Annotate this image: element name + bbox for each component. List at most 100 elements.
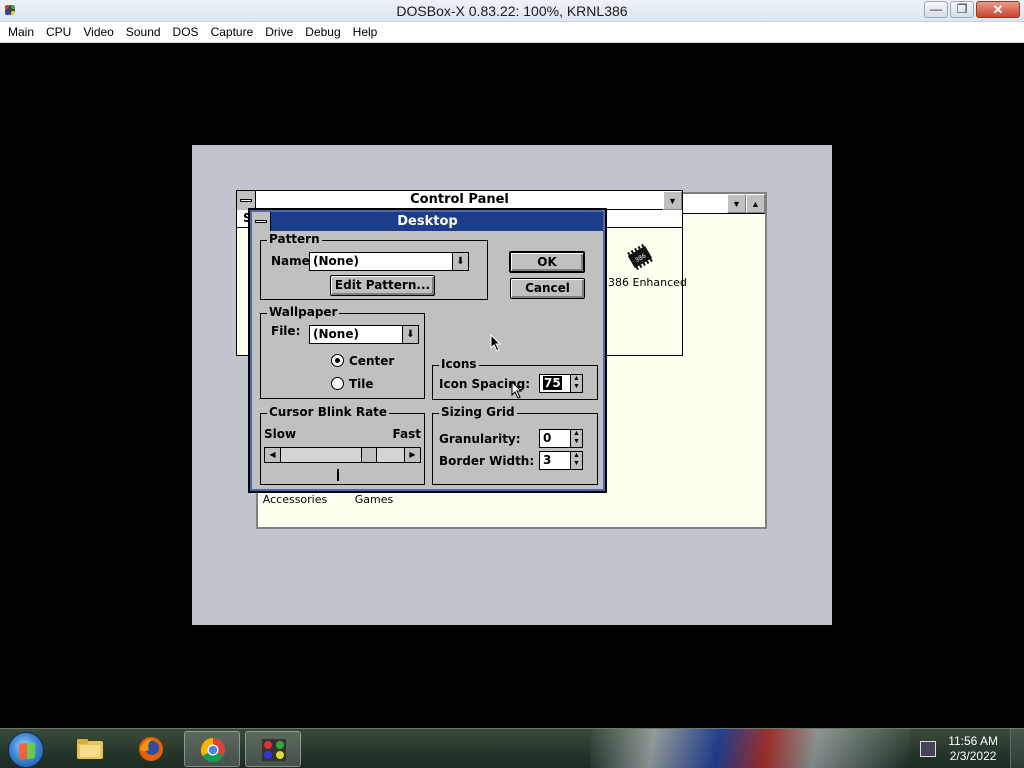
wallpaper-file-label: File:	[271, 324, 301, 338]
scroll-thumb[interactable]	[361, 448, 378, 462]
sizing-grid-group: Sizing Grid Granularity: 0 ▲ ▼ Border Wi…	[432, 405, 598, 485]
sizing-grid-group-label: Sizing Grid	[439, 405, 517, 419]
border-width-value[interactable]: 3	[543, 453, 551, 467]
menu-debug[interactable]: Debug	[299, 25, 346, 39]
up-arrow-icon[interactable]: ▲	[571, 430, 582, 438]
menu-capture[interactable]: Capture	[205, 25, 260, 39]
taskbar-file-explorer[interactable]	[62, 731, 118, 767]
close-icon: ✕	[992, 2, 1004, 17]
pattern-name-value: (None)	[313, 254, 359, 268]
up-arrow-icon: ▲	[751, 199, 760, 209]
pattern-group-label: Pattern	[267, 232, 322, 246]
icon-spacing-value[interactable]: 75	[543, 376, 562, 390]
blink-preview-cursor	[337, 469, 339, 481]
wallpaper-group: Wallpaper File: (None) ⬇ Center Tile	[260, 305, 425, 399]
menu-sound[interactable]: Sound	[120, 25, 167, 39]
dialog-titlebar[interactable]: Desktop	[252, 212, 603, 231]
network-icon[interactable]	[920, 741, 936, 757]
system-tray: 11:56 AM 2/3/2022	[904, 729, 1024, 768]
group-label: Games	[354, 493, 394, 506]
granularity-label: Granularity:	[439, 432, 521, 446]
emulator-screen[interactable]: ▼ ▲ Accessories Games Control Panel ▼ S	[192, 145, 832, 625]
blink-slow-label: Slow	[264, 427, 297, 441]
pattern-group: Pattern Name: (None) ⬇ Edit Pattern...	[260, 232, 488, 300]
dropdown-button[interactable]: ⬇	[452, 253, 468, 270]
icon-label-386-enhanced[interactable]: 386 Enhanced	[608, 276, 687, 289]
wallpaper-tile-radio[interactable]	[331, 377, 344, 390]
wallpaper-center-radio[interactable]	[331, 354, 344, 367]
menu-cpu[interactable]: CPU	[40, 25, 77, 39]
scroll-track[interactable]	[281, 448, 404, 462]
chrome-icon	[200, 738, 225, 763]
spinner-arrows[interactable]: ▲ ▼	[570, 375, 582, 392]
spinner-arrows[interactable]: ▲ ▼	[570, 430, 582, 447]
border-width-label: Border Width:	[439, 454, 535, 468]
scroll-left-button[interactable]: ◀	[265, 448, 281, 462]
pattern-name-dropdown[interactable]: (None) ⬇	[309, 252, 469, 271]
wallpaper-center-label[interactable]: Center	[349, 354, 394, 368]
blink-fast-label: Fast	[392, 427, 421, 441]
icon-spacing-spinner[interactable]: 75 ▲ ▼	[539, 374, 583, 393]
restore-button[interactable]: ❐	[950, 1, 974, 18]
system-menu-icon	[255, 220, 267, 223]
blink-rate-scrollbar[interactable]: ◀ ▶	[264, 447, 421, 463]
down-arrow-icon[interactable]: ▼	[571, 383, 582, 391]
mouse-pointer-icon	[511, 381, 523, 399]
group-label: Accessories	[262, 493, 328, 506]
up-arrow-icon[interactable]: ▲	[571, 375, 582, 383]
mouse-pointer-icon	[490, 334, 502, 352]
ok-button[interactable]: OK	[509, 251, 585, 273]
taskbar-firefox[interactable]	[123, 731, 179, 767]
granularity-spinner[interactable]: 0 ▲ ▼	[539, 429, 583, 448]
chip-386-icon[interactable]: 386	[626, 243, 654, 271]
dialog-system-menu[interactable]	[252, 212, 271, 231]
desktop-dialog[interactable]: Desktop Pattern Name: (None) ⬇ Edit Patt…	[248, 208, 607, 493]
border-width-spinner[interactable]: 3 ▲ ▼	[539, 451, 583, 470]
dropdown-button[interactable]: ⬇	[402, 326, 418, 343]
windows-logo-icon	[19, 742, 35, 760]
minimize-button[interactable]: —	[924, 1, 948, 18]
down-arrow-icon[interactable]: ▼	[571, 438, 582, 446]
menu-dos[interactable]: DOS	[167, 25, 205, 39]
taskbar-chrome[interactable]	[184, 731, 240, 767]
scroll-down-button[interactable]: ▼	[727, 194, 746, 213]
control-panel-title: Control Panel	[410, 192, 509, 207]
firefox-icon	[139, 737, 163, 761]
icons-group-label: Icons	[439, 357, 479, 371]
close-button[interactable]: ✕	[976, 1, 1020, 18]
scroll-up-button[interactable]: ▲	[746, 194, 765, 213]
wallpaper-file-value: (None)	[313, 327, 359, 341]
scroll-right-button[interactable]: ▶	[404, 448, 420, 462]
wallpaper-tile-label[interactable]: Tile	[349, 377, 374, 391]
host-menubar: Main CPU Video Sound DOS Capture Drive D…	[0, 22, 1024, 43]
up-arrow-icon[interactable]: ▲	[571, 452, 582, 460]
taskbar-dosbox[interactable]	[245, 731, 301, 767]
menu-drive[interactable]: Drive	[259, 25, 299, 39]
host-title-bar: DOSBox-X 0.83.22: 100%, KRNL386 — ❐ ✕	[0, 0, 1024, 22]
left-arrow-icon: ◀	[269, 450, 276, 459]
menu-help[interactable]: Help	[347, 25, 384, 39]
host-window-title: DOSBox-X 0.83.22: 100%, KRNL386	[396, 3, 628, 19]
start-button[interactable]	[8, 732, 44, 768]
cancel-button[interactable]: Cancel	[510, 278, 585, 299]
cursor-blink-group-label: Cursor Blink Rate	[267, 405, 390, 419]
clock-time: 11:56 AM	[948, 734, 998, 748]
down-arrow-icon[interactable]: ▼	[571, 460, 582, 468]
edit-pattern-button[interactable]: Edit Pattern...	[330, 275, 435, 296]
granularity-value[interactable]: 0	[543, 431, 551, 445]
wallpaper-file-dropdown[interactable]: (None) ⬇	[309, 325, 419, 344]
spinner-arrows[interactable]: ▲ ▼	[570, 452, 582, 469]
down-arrow-icon: ⬇	[406, 329, 415, 340]
show-desktop-button[interactable]	[1010, 729, 1024, 768]
down-arrow-icon: ▼	[668, 196, 677, 206]
wallpaper-group-label: Wallpaper	[267, 305, 340, 319]
cursor-blink-group: Cursor Blink Rate Slow Fast ◀ ▶	[260, 405, 425, 485]
menu-video[interactable]: Video	[77, 25, 119, 39]
taskbar: 11:56 AM 2/3/2022	[0, 728, 1024, 768]
control-panel-minimize[interactable]: ▼	[663, 191, 682, 210]
restore-icon: ❐	[956, 2, 968, 16]
right-arrow-icon: ▶	[409, 450, 416, 459]
menu-main[interactable]: Main	[2, 25, 40, 39]
clock[interactable]: 11:56 AM 2/3/2022	[948, 734, 998, 764]
clock-date: 2/3/2022	[949, 749, 997, 763]
